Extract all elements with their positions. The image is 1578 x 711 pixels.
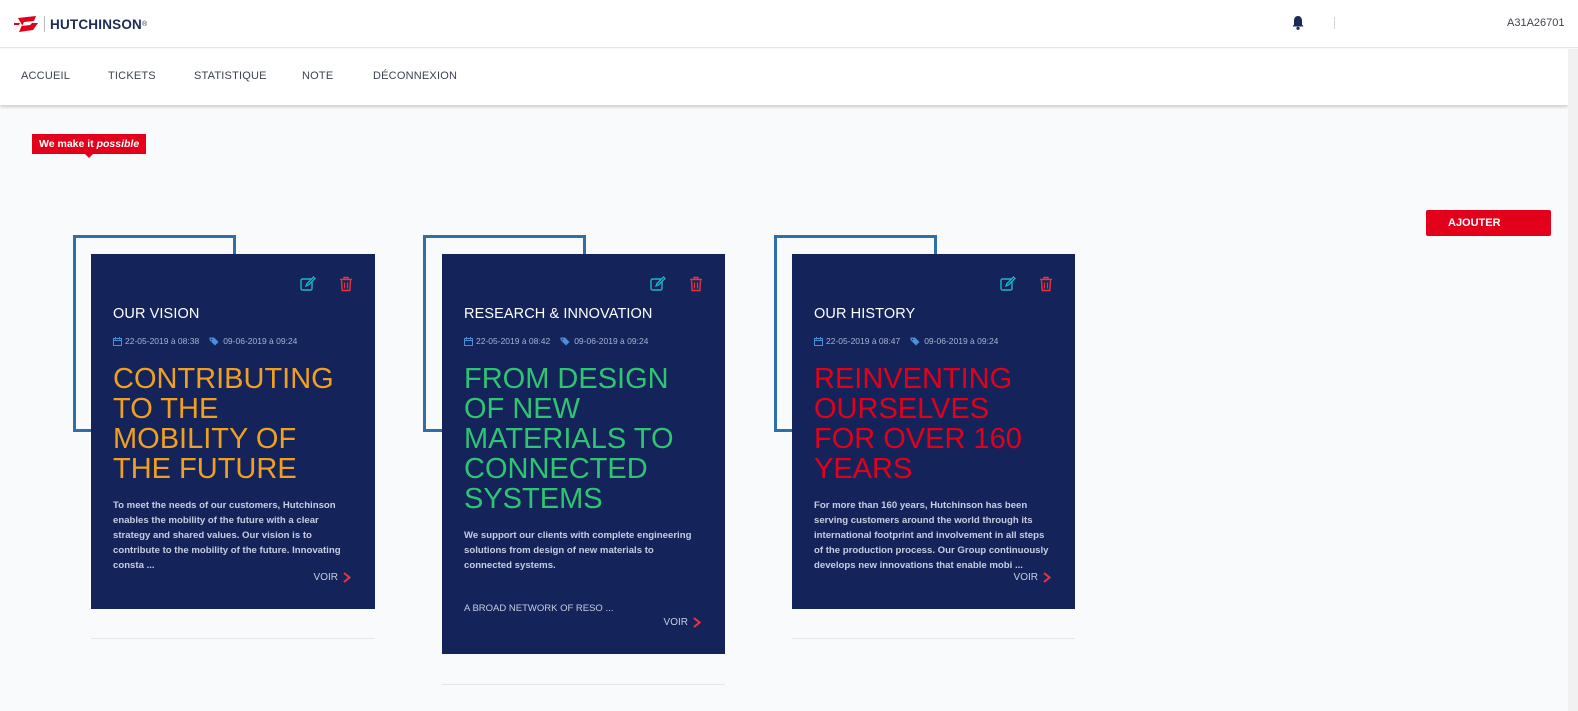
edit-icon[interactable]	[650, 276, 666, 292]
edit-icon[interactable]	[300, 276, 316, 292]
card-extra-text: A BROAD NETWORK OF RESO ...	[464, 603, 614, 614]
card-divider	[792, 638, 1075, 639]
tagline-emphasis: possible	[96, 138, 140, 150]
updated-date: 09-06-2019 à 09:24	[574, 336, 649, 346]
card-headline: REINVENTING OURSELVES FOR OVER 160 YEARS	[814, 363, 1022, 485]
card-meta: 22-05-2019 à 08:38 09-06-2019 à 09:24	[113, 336, 297, 346]
voir-link[interactable]: VOIR	[664, 617, 701, 628]
card-divider	[442, 684, 725, 685]
tags-icon	[910, 337, 920, 345]
nav-item-accueil[interactable]: ACCUEIL	[21, 70, 70, 82]
voir-link[interactable]: VOIR	[1014, 572, 1051, 583]
article-card: RESEARCH & INNOVATION 22-05-2019 à 08:42…	[442, 254, 725, 654]
card-title: OUR VISION	[113, 306, 200, 322]
calendar-icon	[113, 336, 122, 346]
voir-label: VOIR	[1013, 572, 1038, 583]
calendar-icon	[464, 336, 473, 346]
updated-date: 09-06-2019 à 09:24	[924, 336, 999, 346]
tagline-pointer	[85, 154, 93, 158]
logo-divider	[44, 16, 45, 32]
nav-item-note[interactable]: NOTE	[302, 70, 333, 82]
card-headline: CONTRIBUTING TO THE MOBILITY OF THE FUTU…	[113, 363, 334, 485]
created-date: 22-05-2019 à 08:42	[476, 336, 551, 346]
voir-label: VOIR	[313, 572, 338, 583]
card-description: For more than 160 years, Hutchinson has …	[814, 500, 1049, 571]
chevron-right-icon	[693, 617, 701, 628]
user-id[interactable]: A31A26701	[1507, 17, 1565, 29]
header-divider	[1334, 17, 1335, 29]
article-card: OUR VISION 22-05-2019 à 08:38 09-06-2019…	[91, 254, 375, 609]
voir-link[interactable]: VOIR	[314, 572, 351, 583]
chevron-right-icon	[1043, 572, 1051, 583]
trash-icon[interactable]	[339, 276, 353, 292]
main-navigation: ACCUEIL TICKETS STATISTIQUE NOTE DÉCONNE…	[0, 49, 1568, 105]
brand-logo[interactable]: HUTCHINSON ®	[14, 14, 147, 34]
updated-date: 09-06-2019 à 09:24	[223, 336, 298, 346]
bell-icon[interactable]	[1291, 15, 1305, 31]
article-card: OUR HISTORY 22-05-2019 à 08:47 09-06-201…	[792, 254, 1075, 609]
calendar-icon	[814, 336, 823, 346]
card-meta: 22-05-2019 à 08:47 09-06-2019 à 09:24	[814, 336, 998, 346]
card-description: To meet the needs of our customers, Hutc…	[113, 500, 341, 571]
edit-icon[interactable]	[1000, 276, 1016, 292]
trash-icon[interactable]	[689, 276, 703, 292]
card-title: OUR HISTORY	[814, 306, 916, 322]
tags-icon	[209, 337, 219, 345]
page-scrollbar[interactable]	[1568, 49, 1578, 711]
card-description: We support our clients with complete eng…	[464, 530, 692, 571]
nav-item-tickets[interactable]: TICKETS	[108, 70, 156, 82]
voir-label: VOIR	[663, 617, 688, 628]
tags-icon	[560, 337, 570, 345]
card-title: RESEARCH & INNOVATION	[464, 306, 653, 322]
card-meta: 22-05-2019 à 08:42 09-06-2019 à 09:24	[464, 336, 648, 346]
chevron-right-icon	[343, 572, 351, 583]
card-headline: FROM DESIGN OF NEW MATERIALS TO CONNECTE…	[464, 363, 674, 515]
nav-item-deconnexion[interactable]: DÉCONNEXION	[373, 70, 457, 82]
created-date: 22-05-2019 à 08:47	[826, 336, 901, 346]
brand-registered-mark: ®	[142, 20, 148, 28]
created-date: 22-05-2019 à 08:38	[125, 336, 200, 346]
top-bar: HUTCHINSON ® A31A26701	[0, 0, 1578, 48]
brand-name: HUTCHINSON	[50, 16, 142, 32]
hutchinson-logo-icon	[14, 16, 38, 32]
nav-item-statistique[interactable]: STATISTIQUE	[194, 70, 267, 82]
trash-icon[interactable]	[1039, 276, 1053, 292]
tagline-badge: We make it possible	[32, 134, 147, 154]
card-divider	[91, 638, 375, 639]
tagline-prefix: We make it	[39, 138, 97, 150]
add-button[interactable]: AJOUTER	[1426, 210, 1551, 236]
